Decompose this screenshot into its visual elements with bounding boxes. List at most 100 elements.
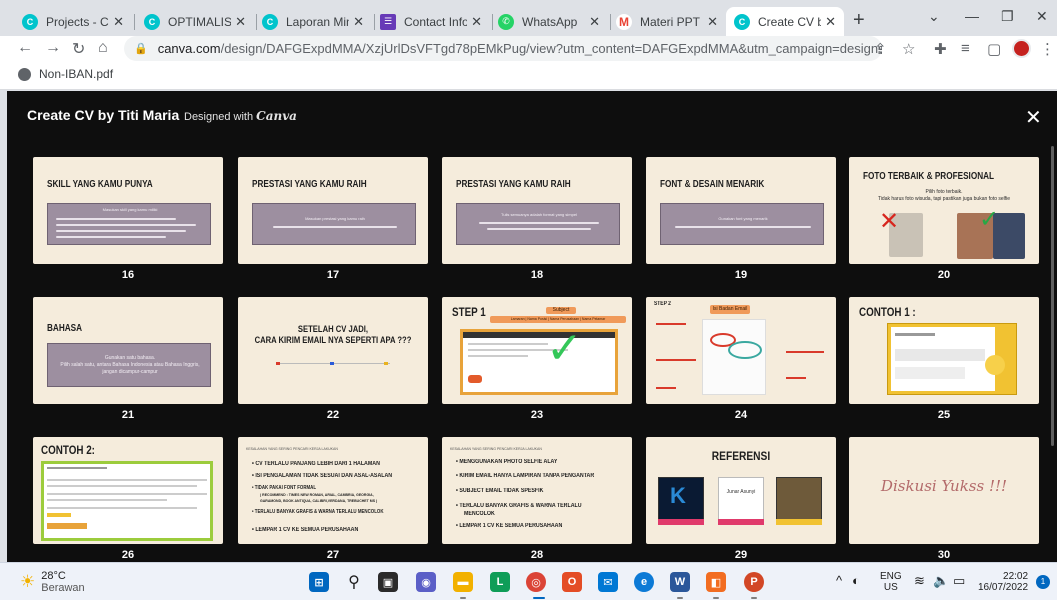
windows-taskbar: ☀ 28°C Berawan ⊞ ⚲ ▣ ◉ ▬ L ◎ O ✉ e W ◧ P… bbox=[0, 562, 1057, 600]
whatsapp-icon: ✆ bbox=[498, 13, 514, 30]
search-icon[interactable]: ⚲ bbox=[344, 572, 364, 592]
close-icon[interactable]: ✕ bbox=[471, 14, 482, 30]
back-icon[interactable]: ← bbox=[17, 39, 33, 57]
lock-icon[interactable]: 🔒 bbox=[134, 42, 148, 55]
reading-list-icon[interactable]: ≡ bbox=[961, 40, 970, 57]
word-icon[interactable]: W bbox=[670, 572, 690, 592]
reload-icon[interactable]: ↻ bbox=[72, 39, 85, 59]
tab-search-icon[interactable]: ⌄ bbox=[928, 8, 940, 25]
tab-whatsapp[interactable]: ✆ WhatsApp ✕ bbox=[490, 7, 608, 36]
app-orange-icon[interactable]: ◧ bbox=[706, 572, 726, 592]
canva-icon: C bbox=[144, 13, 160, 30]
file-explorer-icon[interactable]: ▬ bbox=[453, 572, 473, 592]
slide-number: 18 bbox=[530, 269, 544, 281]
globe-icon bbox=[18, 67, 31, 81]
menu-icon[interactable]: ⋮ bbox=[1040, 40, 1055, 58]
wifi-icon[interactable]: ≋ bbox=[914, 573, 925, 589]
canva-presentation-viewer: Create CV by Titi Maria Designed with Ca… bbox=[7, 91, 1057, 562]
windows-start-icon[interactable]: ⊞ bbox=[309, 572, 329, 592]
slide-thumbnail[interactable]: FONT & DESAIN MENARIK Gunakan font yang … bbox=[646, 157, 836, 264]
reference-image bbox=[718, 477, 764, 525]
slide-thumbnail[interactable]: PRESTASI YANG KAMU RAIH Tulis semuanya a… bbox=[442, 157, 632, 264]
tab-optimalisasi[interactable]: C OPTIMALISASI ✕ bbox=[136, 7, 254, 36]
slide-thumbnail[interactable]: REFERENSI K Junar Asunyi bbox=[646, 437, 836, 544]
slide-thumbnail[interactable]: SETELAH CV JADI, CARA KIRIM EMAIL NYA SE… bbox=[238, 297, 428, 404]
close-viewer-icon[interactable]: ✕ bbox=[1025, 105, 1042, 130]
gmail-icon: M bbox=[616, 13, 632, 30]
slide-number: 23 bbox=[530, 409, 544, 421]
close-icon[interactable]: ✕ bbox=[825, 14, 836, 30]
cross-mark-icon: ✕ bbox=[879, 208, 900, 235]
slide-thumbnail[interactable]: KESALAHAN YANG SERING PENCARI KERJA LAKU… bbox=[238, 437, 428, 544]
tab-materi-ppt[interactable]: M Materi PPT We ✕ bbox=[608, 7, 726, 36]
window-close-icon[interactable]: ✕ bbox=[1036, 8, 1048, 25]
forward-icon[interactable]: → bbox=[45, 39, 61, 57]
sun-cloud-icon: ☀ bbox=[20, 572, 36, 591]
side-panel-icon[interactable]: ▢ bbox=[987, 40, 1001, 58]
slide-thumbnail[interactable]: STEP 1 Subject Lamaran | Nama Posisi | N… bbox=[442, 297, 632, 404]
scrollbar[interactable] bbox=[1051, 146, 1054, 446]
browser-toolbar: ← → ↻ ⌂ 🔒 canva.com /design/DAFGExpdMMA/… bbox=[0, 36, 1057, 62]
close-icon[interactable]: ✕ bbox=[589, 14, 600, 30]
slide-thumbnail[interactable]: SKILL YANG KAMU PUNYA Masukan skill yang… bbox=[33, 157, 223, 264]
powerpoint-icon[interactable]: P bbox=[744, 572, 764, 592]
slide-thumbnail[interactable]: KESALAHAN YANG SERING PENCARI KERJA LAKU… bbox=[442, 437, 632, 544]
close-icon[interactable]: ✕ bbox=[235, 14, 246, 30]
volume-icon[interactable]: 🔈 bbox=[933, 573, 949, 589]
tab-create-cv[interactable]: C Create CV by T ✕ bbox=[726, 7, 844, 36]
tab-projects-canva[interactable]: C Projects - Canva ✕ bbox=[14, 7, 132, 36]
chevron-up-icon[interactable]: ^ bbox=[836, 573, 842, 588]
close-icon[interactable]: ✕ bbox=[707, 14, 718, 30]
slide-number: 19 bbox=[734, 269, 748, 281]
chrome-icon[interactable]: ◎ bbox=[526, 572, 546, 592]
new-tab-icon[interactable]: + bbox=[853, 9, 865, 32]
slide-thumbnail[interactable]: Diskusi Yukss !!! bbox=[849, 437, 1039, 544]
slide-number: 17 bbox=[326, 269, 340, 281]
language-indicator[interactable]: ENG US bbox=[880, 571, 902, 593]
share-icon[interactable]: ⇪ bbox=[874, 40, 887, 58]
slide-thumbnail[interactable]: CONTOH 1 : bbox=[849, 297, 1039, 404]
check-mark-icon: ✓ bbox=[546, 324, 583, 373]
slide-thumbnail[interactable]: STEP 2 Isi Badan Email bbox=[646, 297, 836, 404]
slide-number: 25 bbox=[937, 409, 951, 421]
clock[interactable]: 22:02 16/07/2022 bbox=[978, 571, 1028, 593]
restore-icon[interactable]: ❐ bbox=[1001, 8, 1014, 25]
task-view-icon[interactable]: ▣ bbox=[378, 572, 398, 592]
slide-number: 30 bbox=[937, 549, 951, 561]
bookmark-star-icon[interactable]: ☆ bbox=[902, 40, 915, 58]
teams-chat-icon[interactable]: ◉ bbox=[416, 572, 436, 592]
slide-thumbnail[interactable]: BAHASA Gunakan satu bahasa. Pilih salah … bbox=[33, 297, 223, 404]
tab-laporan-mingguan[interactable]: C Laporan Mingg ✕ bbox=[254, 7, 372, 36]
bookmark-non-iban[interactable]: Non-IBAN.pdf bbox=[18, 67, 113, 81]
close-icon[interactable]: ✕ bbox=[353, 14, 364, 30]
slide-number: 29 bbox=[734, 549, 748, 561]
tray-app-icon[interactable]: ◐ bbox=[852, 573, 860, 588]
slide-number: 22 bbox=[326, 409, 340, 421]
design-title: Create CV by Titi Maria bbox=[27, 107, 180, 123]
extensions-icon[interactable]: ✚ bbox=[934, 40, 947, 58]
office-icon[interactable]: O bbox=[562, 572, 582, 592]
canva-logo: Canva bbox=[256, 109, 297, 123]
app-l-icon[interactable]: L bbox=[490, 572, 510, 592]
tab-contact-information[interactable]: ☰ Contact Inform ✕ bbox=[372, 7, 490, 36]
reference-image bbox=[776, 477, 822, 525]
canva-icon: C bbox=[734, 13, 750, 30]
edge-icon[interactable]: e bbox=[634, 572, 654, 592]
close-icon[interactable]: ✕ bbox=[113, 14, 124, 30]
designed-with: Designed with Canva bbox=[184, 109, 297, 123]
weather-widget[interactable]: ☀ 28°C Berawan bbox=[20, 570, 85, 594]
slide-number: 20 bbox=[937, 269, 951, 281]
battery-icon[interactable]: ▭ bbox=[953, 573, 965, 589]
mail-icon[interactable]: ✉ bbox=[598, 572, 618, 592]
home-icon[interactable]: ⌂ bbox=[98, 39, 108, 57]
browser-tab-strip: C Projects - Canva ✕ C OPTIMALISASI ✕ C … bbox=[0, 0, 1057, 36]
slide-thumbnail[interactable]: PRESTASI YANG KAMU RAIH Masukan prestasi… bbox=[238, 157, 428, 264]
canva-icon: C bbox=[22, 13, 38, 30]
profile-avatar[interactable] bbox=[1012, 39, 1031, 58]
minimize-icon[interactable]: — bbox=[965, 8, 979, 24]
notification-badge[interactable]: 1 bbox=[1036, 575, 1050, 589]
address-bar[interactable]: 🔒 canva.com /design/DAFGExpdMMA/XzjUrlDs… bbox=[124, 36, 882, 61]
slide-number: 26 bbox=[121, 549, 135, 561]
slide-thumbnail[interactable]: FOTO TERBAIK & PROFESIONAL Pilih foto te… bbox=[849, 157, 1039, 264]
slide-thumbnail[interactable]: CONTOH 2: bbox=[33, 437, 223, 544]
